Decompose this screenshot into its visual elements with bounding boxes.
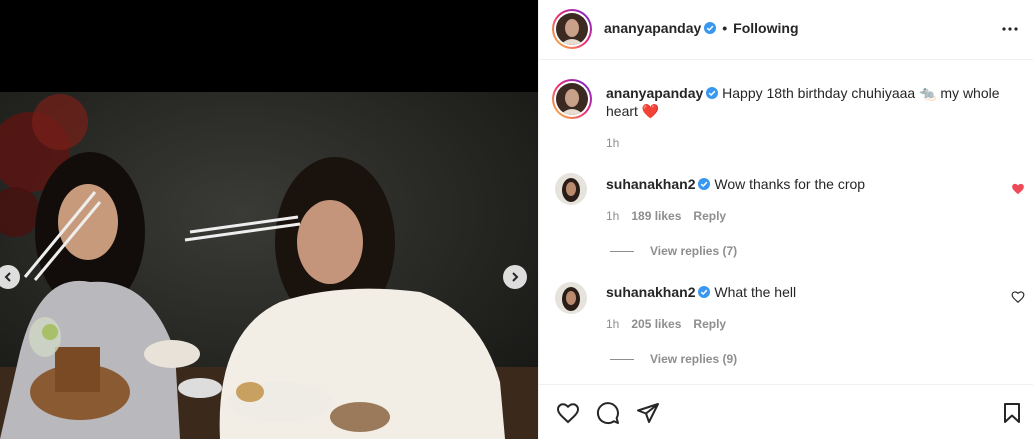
view-replies-button[interactable]: View replies (9) xyxy=(610,352,737,366)
comment-meta: 1h 189 likes Reply xyxy=(606,209,726,223)
heart-outline-icon[interactable] xyxy=(1011,290,1025,304)
comment-time: 1h xyxy=(606,209,620,223)
comment-body: suhanakhan2 What the hell xyxy=(606,283,996,301)
following-button[interactable]: Following xyxy=(733,20,798,36)
heart-filled-icon[interactable] xyxy=(1011,182,1025,196)
comment-meta: 1h 205 likes Reply xyxy=(606,317,726,331)
share-button[interactable] xyxy=(636,401,660,425)
verified-badge-icon xyxy=(704,22,717,34)
comment-body: suhanakhan2 Wow thanks for the crop xyxy=(606,175,996,193)
post-details-panel: ananyapanday • Following ananyapanday Ha… xyxy=(538,0,1033,439)
view-replies-button[interactable]: View replies (7) xyxy=(610,244,737,258)
comment-button[interactable] xyxy=(596,401,620,425)
replies-divider xyxy=(610,250,634,252)
post-caption: ananyapanday Happy 18th birthday chuhiya… xyxy=(606,84,1011,120)
reply-button[interactable]: Reply xyxy=(693,209,726,223)
view-replies-label: View replies (9) xyxy=(650,352,738,366)
separator-dot: • xyxy=(722,20,728,36)
comment-bubble-icon xyxy=(596,402,619,425)
comment-text: Wow thanks for the crop xyxy=(714,176,866,192)
post-actions-bar xyxy=(539,384,1033,439)
author-avatar[interactable] xyxy=(552,9,592,49)
chevron-left-icon xyxy=(4,272,11,282)
chevron-right-icon xyxy=(512,272,519,282)
view-replies-label: View replies (7) xyxy=(650,244,738,258)
verified-badge-icon xyxy=(698,178,711,190)
heart-outline-icon xyxy=(556,403,580,424)
post-header: ananyapanday • Following xyxy=(539,0,1033,60)
caption-heart-emoji: ❤️ xyxy=(641,103,660,119)
comment-likes[interactable]: 205 likes xyxy=(631,317,681,331)
reply-button[interactable]: Reply xyxy=(693,317,726,331)
caption-timestamp: 1h xyxy=(606,136,620,150)
caption-author-avatar[interactable] xyxy=(552,79,592,119)
verified-badge-icon xyxy=(698,286,711,298)
comment-avatar[interactable] xyxy=(555,282,587,314)
post-media xyxy=(0,0,538,439)
post-photo xyxy=(0,92,538,439)
like-button[interactable] xyxy=(556,401,580,425)
more-options-icon[interactable] xyxy=(1000,21,1020,37)
paper-plane-icon xyxy=(637,403,659,423)
comment-text: What the hell xyxy=(714,284,797,300)
verified-badge-icon xyxy=(706,87,719,99)
comment-likes[interactable]: 189 likes xyxy=(631,209,681,223)
comment-username[interactable]: suhanakhan2 xyxy=(606,176,695,192)
carousel-next-button[interactable] xyxy=(503,265,527,289)
save-button[interactable] xyxy=(1000,401,1024,425)
replies-divider xyxy=(610,358,634,360)
caption-username[interactable]: ananyapanday xyxy=(606,85,703,101)
bookmark-icon xyxy=(1004,403,1020,423)
comment-time: 1h xyxy=(606,317,620,331)
comment-username[interactable]: suhanakhan2 xyxy=(606,284,695,300)
comment-avatar[interactable] xyxy=(555,173,587,205)
author-username[interactable]: ananyapanday xyxy=(604,20,701,36)
